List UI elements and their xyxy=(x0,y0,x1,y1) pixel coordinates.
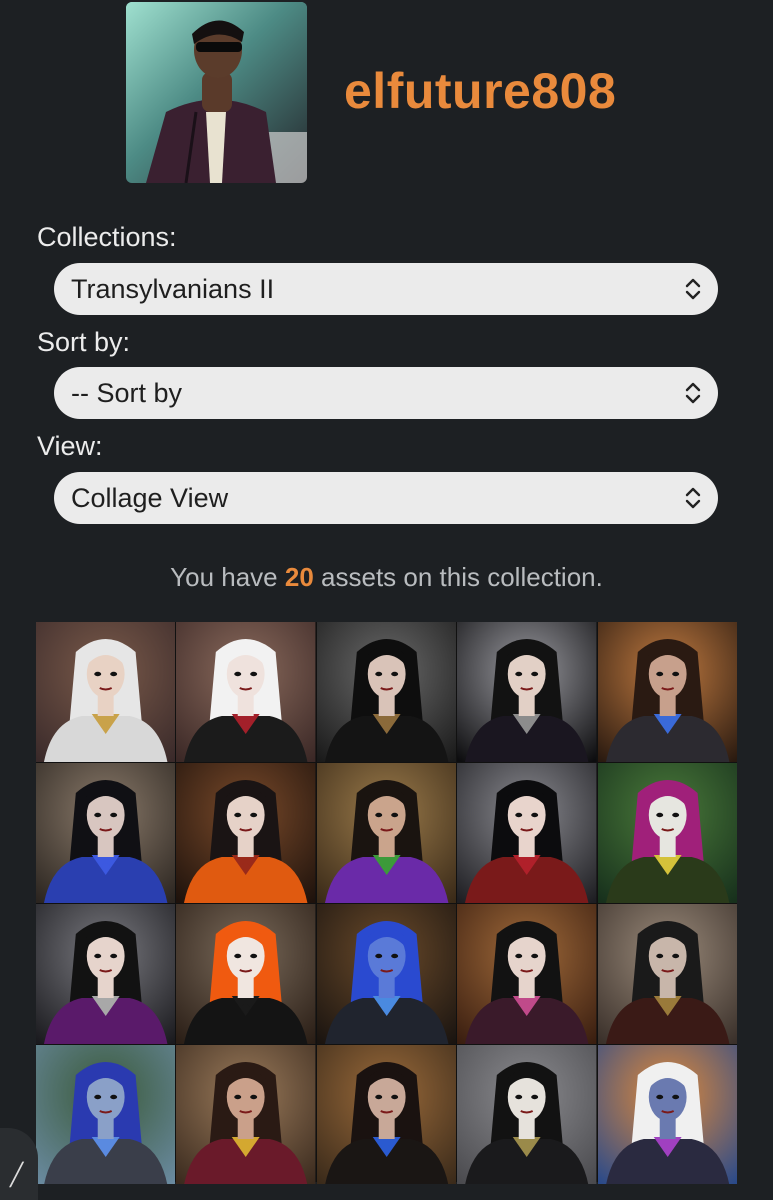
asset-thumbnail[interactable] xyxy=(457,622,597,762)
asset-thumbnail[interactable] xyxy=(176,622,316,762)
asset-image xyxy=(316,1045,457,1185)
asset-image xyxy=(36,763,176,903)
asset-thumbnail[interactable] xyxy=(176,904,316,1044)
asset-image xyxy=(597,763,737,903)
view-selected-value: Collage View xyxy=(71,482,229,513)
asset-image xyxy=(597,1045,737,1185)
summary-prefix: You have xyxy=(170,562,278,592)
username: elfuture808 xyxy=(344,63,617,119)
updown-chevron-icon xyxy=(685,382,701,404)
asset-thumbnail[interactable] xyxy=(457,763,597,903)
asset-thumbnail[interactable] xyxy=(316,1045,457,1185)
bottom-bar xyxy=(0,1184,773,1200)
asset-thumbnail[interactable] xyxy=(316,763,457,903)
sort-label: Sort by: xyxy=(37,327,131,357)
avatar-image xyxy=(126,2,307,183)
asset-thumbnail[interactable] xyxy=(457,904,597,1044)
updown-chevron-icon xyxy=(685,278,701,300)
profile-page: elfuture808 Collections: Transylvanians … xyxy=(0,0,773,1200)
asset-image xyxy=(316,904,457,1044)
asset-thumbnail[interactable] xyxy=(36,763,176,903)
asset-thumbnail[interactable] xyxy=(36,622,176,762)
asset-thumbnail[interactable] xyxy=(597,622,737,762)
view-label: View: xyxy=(37,431,103,461)
sort-select[interactable]: -- Sort by xyxy=(54,367,718,419)
updown-chevron-icon xyxy=(685,487,701,509)
asset-image xyxy=(457,622,597,762)
chevron-icon: ╱ xyxy=(10,1162,24,1187)
asset-thumbnail[interactable] xyxy=(597,904,737,1044)
asset-image xyxy=(36,904,176,1044)
avatar[interactable] xyxy=(126,2,307,183)
asset-thumbnail[interactable] xyxy=(316,904,457,1044)
asset-image xyxy=(457,904,597,1044)
collections-label: Collections: xyxy=(37,222,177,252)
asset-image xyxy=(457,1045,597,1185)
asset-image xyxy=(597,904,737,1044)
view-select[interactable]: Collage View xyxy=(54,472,718,524)
asset-thumbnail[interactable] xyxy=(176,1045,316,1185)
asset-image xyxy=(176,763,316,903)
asset-image xyxy=(176,622,316,762)
asset-thumbnail[interactable] xyxy=(316,622,457,762)
asset-image xyxy=(316,622,457,762)
asset-thumbnail[interactable] xyxy=(597,763,737,903)
asset-image xyxy=(176,904,316,1044)
collections-select[interactable]: Transylvanians II xyxy=(54,263,718,315)
collections-selected-value: Transylvanians II xyxy=(71,273,275,304)
asset-thumbnail[interactable] xyxy=(457,1045,597,1185)
asset-count: 20 xyxy=(284,562,314,592)
asset-thumbnail[interactable] xyxy=(176,763,316,903)
asset-image xyxy=(36,1045,176,1185)
asset-image xyxy=(36,622,176,762)
asset-count-summary: You have 20 assets on this collection. xyxy=(0,562,773,593)
edge-handle[interactable]: ╱ xyxy=(0,1128,38,1200)
asset-image xyxy=(597,622,737,762)
asset-thumbnail[interactable] xyxy=(36,904,176,1044)
asset-thumbnail[interactable] xyxy=(597,1045,737,1185)
asset-image xyxy=(176,1045,316,1185)
collage-grid xyxy=(36,622,737,1185)
asset-thumbnail[interactable] xyxy=(36,1045,176,1185)
asset-image xyxy=(316,763,457,903)
summary-suffix: assets on this collection. xyxy=(321,562,603,592)
sort-selected-value: -- Sort by xyxy=(71,377,183,408)
asset-image xyxy=(457,763,597,903)
